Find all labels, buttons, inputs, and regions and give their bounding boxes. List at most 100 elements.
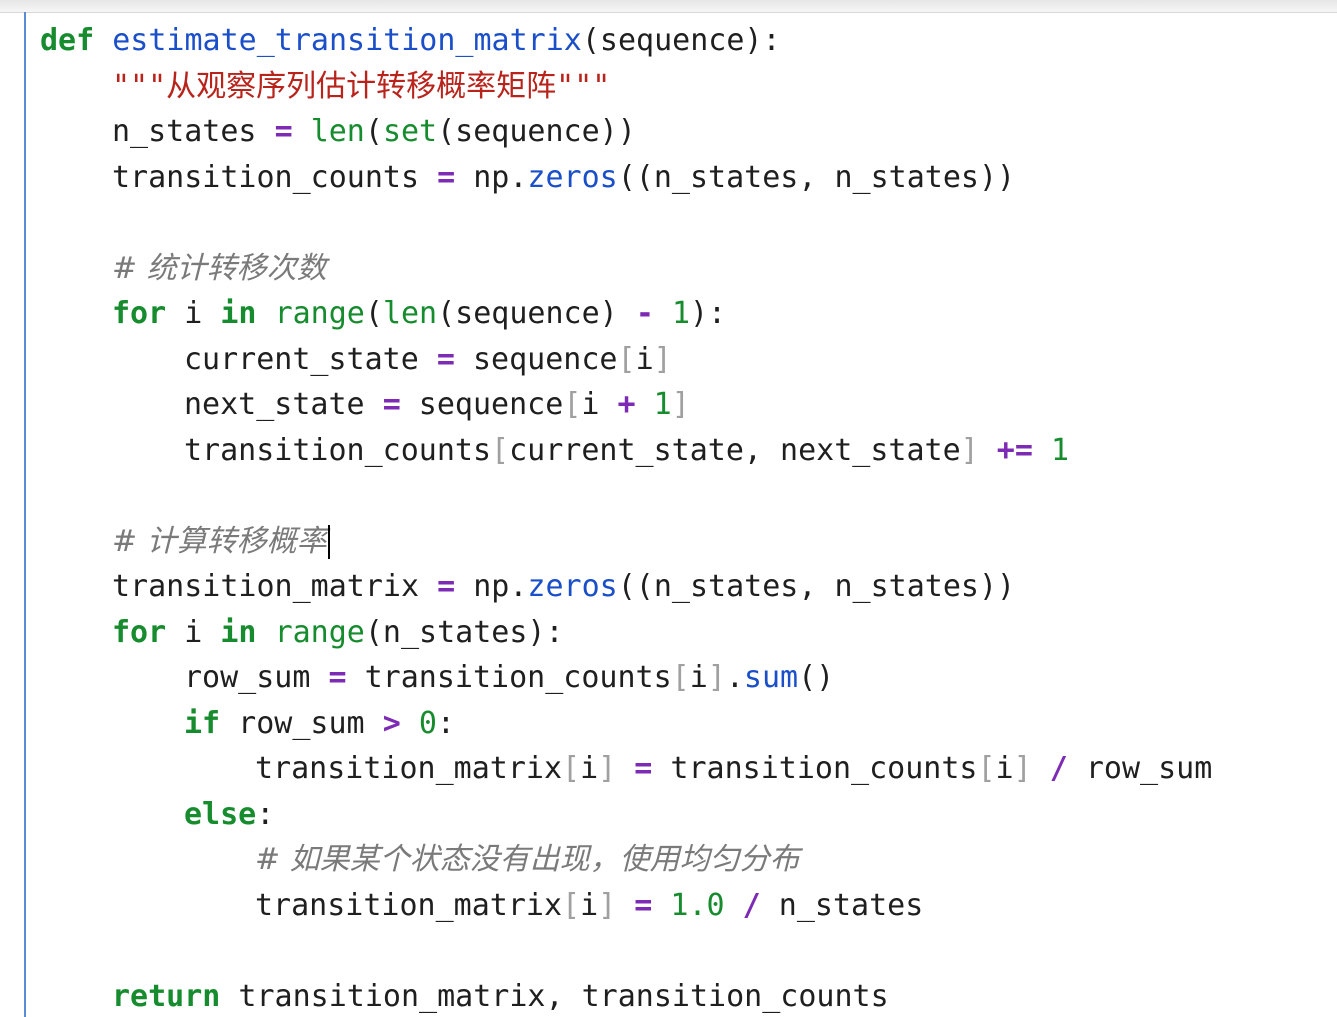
code-line-22[interactable]: return transition_matrix, transition_cou… [40, 974, 1337, 1017]
code-text: transition_counts [184, 432, 492, 468]
method: zeros [527, 569, 618, 604]
code-line-2[interactable]: """从观察序列估计转移概率矩阵""" [40, 64, 1337, 110]
code-text: i [689, 660, 708, 695]
builtin: len [310, 114, 365, 149]
code-line-16[interactable]: if row_sum > 0: [40, 701, 1337, 747]
code-text: n_states [112, 114, 275, 149]
code-text: . [725, 660, 744, 695]
code-text: transition_matrix [112, 569, 438, 604]
code-line-6[interactable]: # 统计转移次数 [40, 246, 1337, 292]
comment: # 统计转移次数 [112, 250, 327, 286]
code-text: transition_counts [112, 159, 438, 195]
bracket: [ [562, 887, 581, 923]
builtin: range [274, 614, 365, 650]
code-line-14[interactable]: for i in range(n_states): [40, 610, 1337, 656]
code-text: i [995, 751, 1014, 786]
code-text: i [166, 296, 221, 331]
code-text: np. [455, 569, 528, 604]
number: 1.0 [670, 887, 725, 923]
comment: # 计算转移概率 [112, 523, 327, 559]
keyword: def [40, 23, 95, 58]
code-text: row_sum [184, 660, 329, 695]
keyword: return [112, 978, 221, 1014]
code-line-5-empty[interactable] [40, 200, 1337, 246]
operator: + [617, 387, 636, 422]
function-name: estimate_transition_matrix [112, 23, 582, 58]
code-text: i [580, 751, 599, 786]
code-text: ((n_states, n_states)) [617, 159, 1016, 195]
operator: = [436, 341, 455, 377]
code-text: i [635, 341, 654, 377]
code-line-10[interactable]: transition_counts[current_state, next_st… [40, 428, 1337, 474]
keyword: for [112, 296, 167, 331]
operator: = [634, 887, 653, 923]
operator: = [437, 159, 456, 195]
code-line-20[interactable]: transition_matrix[i] = 1.0 / n_states [40, 883, 1337, 929]
code-text: (sequence)) [437, 114, 636, 149]
code-line-11-empty[interactable] [40, 473, 1337, 519]
operator: = [634, 751, 653, 786]
code-line-18[interactable]: else: [40, 792, 1337, 838]
code-text: transition_counts [346, 660, 672, 695]
keyword: else [184, 796, 257, 832]
text-cursor [327, 525, 330, 559]
operator: / [1049, 751, 1068, 786]
code-text: sequence [400, 387, 564, 422]
code-line-13[interactable]: transition_matrix = np.zeros((n_states, … [40, 564, 1337, 610]
code-text: transition_matrix [255, 887, 563, 923]
code-text: ((n_states, n_states)) [617, 569, 1016, 604]
code-line-19[interactable]: # 如果某个状态没有出现，使用均匀分布 [40, 837, 1337, 883]
code-text: n_states [760, 887, 924, 923]
code-text: current_state, next_state [509, 432, 961, 468]
code-area[interactable]: def estimate_transition_matrix(sequence)… [40, 18, 1337, 1017]
code-text: i [581, 387, 618, 422]
code-line-8[interactable]: current_state = sequence[i] [40, 337, 1337, 383]
builtin: len [382, 296, 438, 331]
code-text: row_sum [1067, 751, 1213, 786]
code-text: transition_matrix [255, 751, 563, 786]
code-text: current_state [184, 341, 437, 377]
bracket: ] [707, 660, 726, 695]
comment: # 如果某个状态没有出现，使用均匀分布 [255, 842, 800, 877]
code-line-4[interactable]: transition_counts = np.zeros((n_states, … [40, 155, 1337, 201]
bracket: [ [617, 341, 636, 377]
code-line-12[interactable]: # 计算转移概率 [40, 519, 1337, 565]
code-line-1[interactable]: def estimate_transition_matrix(sequence)… [40, 18, 1337, 64]
bracket: ] [653, 341, 672, 377]
number: 1 [653, 387, 672, 422]
code-line-9[interactable]: next_state = sequence[i + 1] [40, 382, 1337, 428]
code-line-17[interactable]: transition_matrix[i] = transition_counts… [40, 746, 1337, 792]
code-text: ): [690, 296, 727, 331]
code-text: ( [364, 296, 383, 331]
bracket: ] [960, 432, 979, 468]
code-line-15[interactable]: row_sum = transition_counts[i].sum() [40, 655, 1337, 701]
code-text: transition_matrix, transition_counts [220, 978, 889, 1014]
code-line-3[interactable]: n_states = len(set(sequence)) [40, 109, 1337, 155]
operator: - [635, 296, 654, 331]
bracket: [ [671, 660, 690, 695]
code-line-7[interactable]: for i in range(len(sequence) - 1): [40, 291, 1337, 337]
bracket: ] [598, 751, 617, 786]
keyword: in [220, 614, 257, 650]
operator: = [382, 387, 401, 422]
code-editor[interactable]: def estimate_transition_matrix(sequence)… [0, 0, 1337, 1017]
code-line-21-empty[interactable] [40, 928, 1337, 974]
keyword: if [184, 705, 221, 741]
code-text: ( [364, 114, 383, 149]
bracket: ] [598, 887, 617, 923]
keyword: for [112, 614, 167, 650]
editor-left-gutter-border [24, 12, 26, 1017]
bracket: [ [562, 751, 581, 786]
method: sum [743, 660, 799, 695]
operator: = [274, 114, 293, 149]
operator: = [328, 660, 347, 695]
